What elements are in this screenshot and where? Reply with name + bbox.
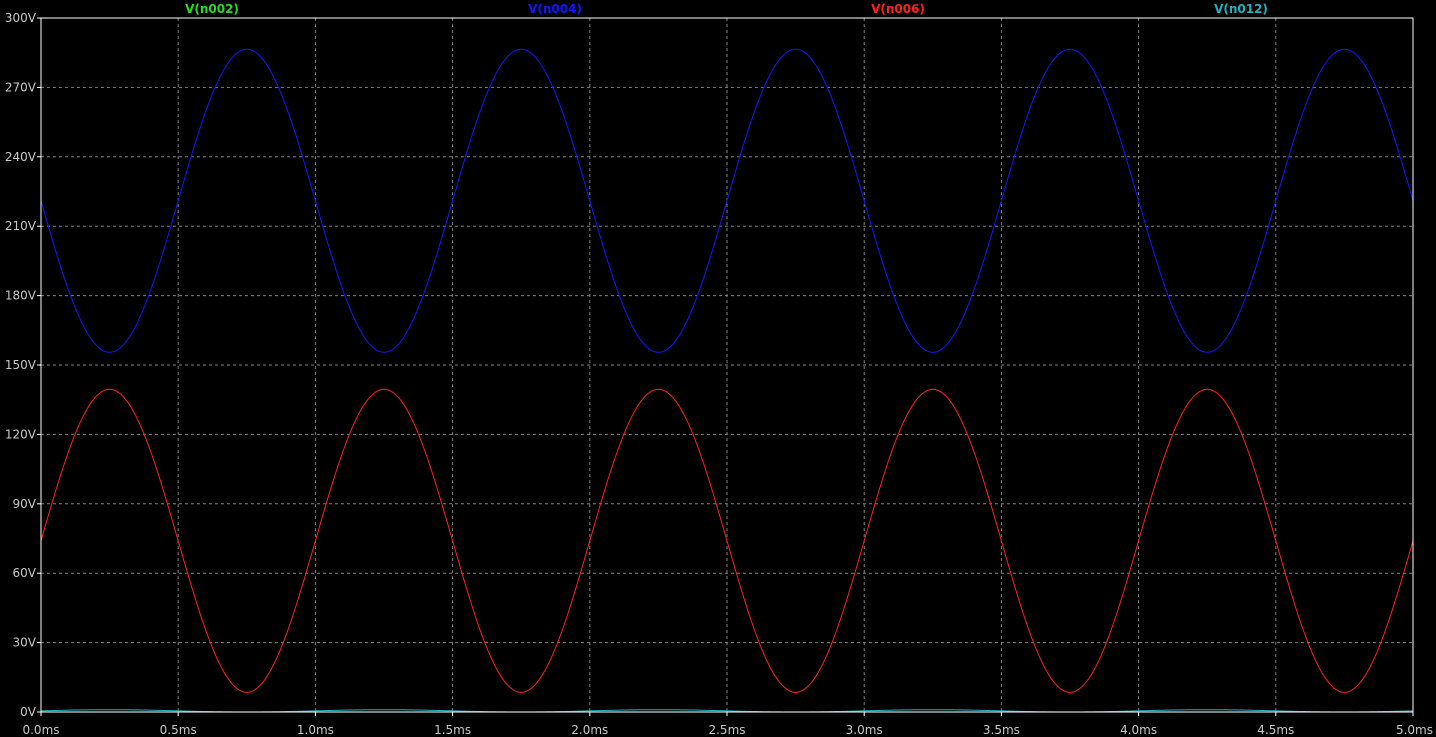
y-tick-label: 180V [5, 289, 37, 303]
y-tick-label: 60V [13, 566, 37, 580]
x-tick-label: 4.0ms [1120, 723, 1157, 737]
x-tick-label: 0.0ms [22, 723, 59, 737]
y-tick-label: 210V [5, 219, 37, 233]
y-tick-label: 240V [5, 150, 37, 164]
y-tick-label: 300V [5, 11, 37, 25]
x-tick-label: 3.5ms [983, 723, 1020, 737]
x-tick-label: 1.5ms [434, 723, 471, 737]
legend-label[interactable]: V(n006) [871, 2, 925, 16]
x-tick-label: 4.5ms [1257, 723, 1294, 737]
waveform-plot[interactable]: 0V30V60V90V120V150V180V210V240V270V300V … [0, 0, 1436, 737]
x-tick-label: 2.0ms [571, 723, 608, 737]
x-tick-label: 2.5ms [708, 723, 745, 737]
x-tick-label: 0.5ms [160, 723, 197, 737]
legend-label[interactable]: V(n002) [185, 2, 239, 16]
plot-background [0, 0, 1436, 737]
y-tick-label: 150V [5, 358, 37, 372]
legend-label[interactable]: V(n004) [528, 2, 582, 16]
x-tick-label: 5.0ms [1396, 723, 1433, 737]
y-tick-label: 0V [20, 705, 37, 719]
x-tick-label: 1.0ms [297, 723, 334, 737]
x-tick-label: 3.0ms [846, 723, 883, 737]
y-tick-label: 270V [5, 80, 37, 94]
y-tick-label: 90V [13, 497, 37, 511]
legend-label[interactable]: V(n012) [1214, 2, 1268, 16]
y-tick-label: 30V [13, 636, 37, 650]
y-tick-label: 120V [5, 427, 37, 441]
